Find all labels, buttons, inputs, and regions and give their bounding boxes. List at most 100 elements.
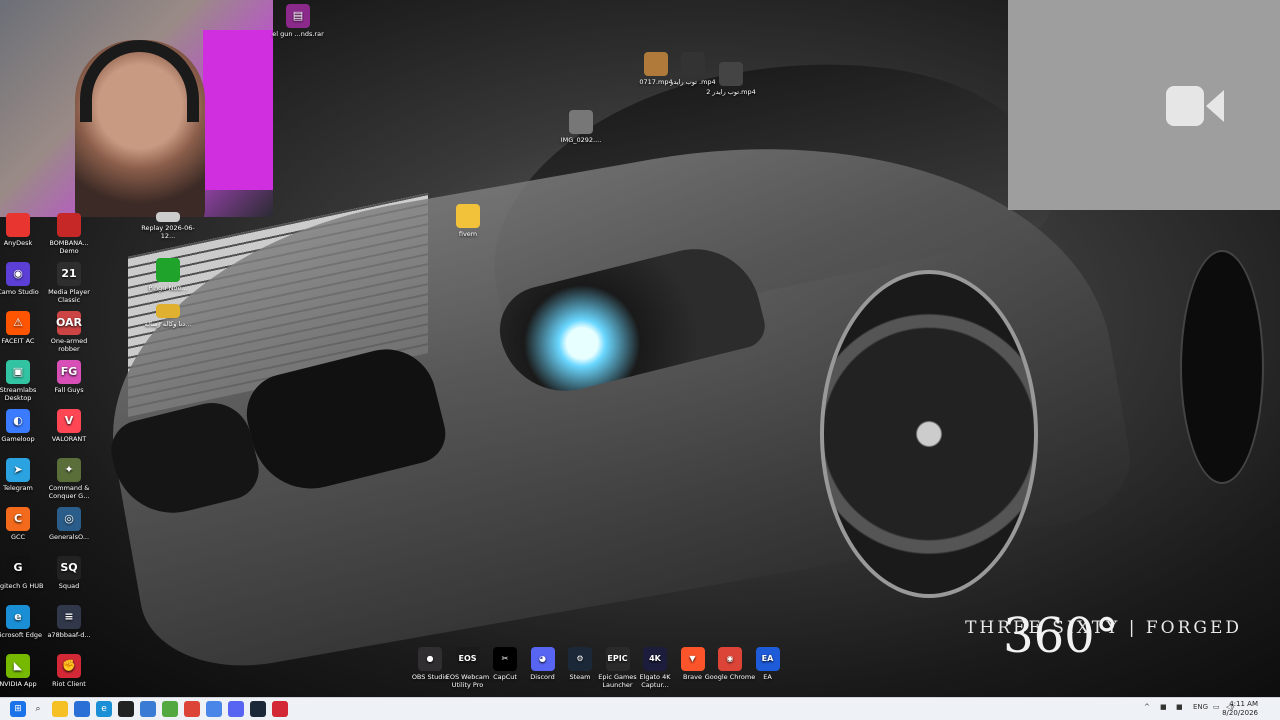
- desktop-icon-label: Fall Guys: [54, 386, 84, 394]
- app-icon: 21: [57, 262, 81, 286]
- image-file-icon[interactable]: IMG_0292....: [553, 110, 609, 144]
- desktop-icon[interactable]: ◐ Gameloop: [0, 409, 46, 443]
- car-front-wheel: [820, 270, 1038, 598]
- tray-app-icon[interactable]: ■: [1176, 703, 1183, 711]
- taskbar: ⊞ ⌕ e ^ ■ ■ ENG ▭ ◁) 4:11 AM 8/20/2026: [0, 697, 1280, 720]
- desktop-icon-label: EA: [763, 673, 772, 681]
- desktop-icon[interactable]: ◣ NVIDIA App: [0, 654, 46, 688]
- rar-file-icon[interactable]: ▤ el gun ...nds.rar: [270, 4, 326, 38]
- desktop-icon-label: Camo Studio: [0, 288, 39, 296]
- desktop-icon[interactable]: ≡ a78bbaaf-d...: [41, 605, 97, 639]
- app-icon: 4K: [643, 647, 667, 671]
- small-file-icon[interactable]: دنا وكاله رسالة...: [140, 304, 196, 328]
- app-icon: SQ: [57, 556, 81, 580]
- video-file-tomb-raider-2[interactable]: توب رايدر 2.mp4: [703, 62, 759, 96]
- app-icon: ◉: [6, 262, 30, 286]
- app-icon: EA: [755, 647, 780, 671]
- desktop-icon-label: Steam: [569, 673, 591, 681]
- store-icon[interactable]: [74, 701, 90, 717]
- app-icon: ◐: [6, 409, 30, 433]
- chrome-icon[interactable]: [184, 701, 200, 717]
- desktop-icon-label: FACEIT AC: [1, 337, 35, 345]
- steam-icon[interactable]: [250, 701, 266, 717]
- app-icon[interactable]: [140, 701, 156, 717]
- app-icon: ▼: [680, 647, 705, 671]
- app-icon: ▣: [6, 360, 30, 384]
- desktop-icon[interactable]: EA EA: [740, 647, 796, 681]
- app-icon[interactable]: [118, 701, 134, 717]
- desktop-icon[interactable]: ➤ Telegram: [0, 458, 46, 492]
- clock-date: 8/20/2026: [1222, 709, 1258, 717]
- start-button[interactable]: ⊞: [10, 701, 26, 717]
- desktop-icon[interactable]: ✦ Command & Conquer G...: [41, 458, 97, 500]
- tray-app-icon[interactable]: ■: [1160, 703, 1167, 711]
- desktop-icon[interactable]: BOMBANA... Demo: [41, 213, 97, 255]
- app-icon: ◎: [57, 507, 81, 531]
- app-icon: ◕: [530, 647, 555, 671]
- language-indicator[interactable]: ENG: [1193, 703, 1208, 711]
- app-icon: ●: [418, 647, 442, 671]
- desktop-icon[interactable]: FG Fall Guys: [41, 360, 97, 394]
- tray-chevron-icon[interactable]: ^: [1144, 703, 1150, 711]
- app-icon[interactable]: [206, 701, 222, 717]
- desktop-icon[interactable]: ◎ GeneralsO...: [41, 507, 97, 541]
- desktop-icon-label: BOMBANA... Demo: [49, 239, 89, 255]
- clock[interactable]: 4:11 AM 8/20/2026: [1222, 700, 1258, 718]
- video-thumbnail-icon: [719, 62, 743, 86]
- app-icon: ➤: [6, 458, 30, 482]
- desktop-icon-label: Command & Conquer G...: [48, 484, 90, 500]
- app-icon: ◉: [718, 647, 742, 671]
- desktop-icon[interactable]: AnyDesk: [0, 213, 46, 247]
- pingu-file-icon[interactable]: Pingu-Noo...: [140, 258, 196, 292]
- replay-file-icon[interactable]: Replay 2026-06-12...: [140, 212, 196, 240]
- desktop-icon[interactable]: 21 Media Player Classic: [41, 262, 97, 304]
- app-icon: ≡: [57, 605, 81, 629]
- file-explorer-icon[interactable]: [52, 701, 68, 717]
- replay-thumbnail-icon: [156, 212, 180, 222]
- app-icon: ◣: [6, 654, 30, 678]
- app-icon: ✦: [57, 458, 81, 482]
- winrar-icon: ▤: [286, 4, 310, 28]
- desktop-icon[interactable]: ⚠ FACEIT AC: [0, 311, 46, 345]
- desktop-icon[interactable]: ◉ Camo Studio: [0, 262, 46, 296]
- desktop-icon[interactable]: SQ Squad: [41, 556, 97, 590]
- discord-icon[interactable]: [228, 701, 244, 717]
- video-thumbnail-icon: [156, 258, 180, 282]
- search-icon[interactable]: ⌕: [30, 701, 46, 717]
- desktop-icon[interactable]: G Logitech G HUB: [0, 556, 46, 590]
- app-icon: ⚙: [568, 647, 592, 671]
- file-icon: [156, 304, 180, 318]
- desktop-icon-label: VALORANT: [51, 435, 87, 443]
- small-file-label: دنا وكاله رسالة...: [144, 320, 192, 328]
- fivem-folder-icon[interactable]: fivem: [440, 204, 496, 238]
- desktop-icon-label: Gameloop: [1, 435, 35, 443]
- brand-number: 360°: [1003, 608, 1119, 664]
- desktop-icon-label: CapCut: [493, 673, 517, 681]
- desktop-icon-label: AnyDesk: [3, 239, 33, 247]
- app-icon: ✊: [57, 654, 81, 678]
- app-icon: G: [6, 556, 30, 580]
- webcam-pink-light: [203, 30, 273, 190]
- pingu-file-label: Pingu-Noo...: [148, 284, 188, 292]
- app-icon: EPIC: [605, 647, 630, 671]
- desktop-icon[interactable]: ▣ Streamlabs Desktop: [0, 360, 46, 402]
- desktop-icon-label: Streamlabs Desktop: [0, 386, 37, 402]
- desktop-icon[interactable]: e Microsoft Edge: [0, 605, 46, 639]
- rar-file-label: el gun ...nds.rar: [272, 30, 324, 38]
- desktop-icon[interactable]: ✊ Riot Client: [41, 654, 97, 688]
- app-icon[interactable]: [162, 701, 178, 717]
- desktop-icon-label: Telegram: [3, 484, 33, 492]
- wallpaper-brand: 360° THREE SIXTY | FORGED: [965, 608, 1242, 664]
- desktop-icon[interactable]: V VALORANT: [41, 409, 97, 443]
- clock-time: 4:11 AM: [1229, 700, 1258, 708]
- folder-label: fivem: [458, 230, 478, 238]
- riot-icon[interactable]: [272, 701, 288, 717]
- network-icon[interactable]: ▭: [1213, 703, 1220, 711]
- edge-icon[interactable]: e: [96, 701, 112, 717]
- video-thumbnail-icon: [681, 52, 705, 76]
- image-thumbnail-icon: [569, 110, 593, 134]
- desktop-icon-label: NVIDIA App: [0, 680, 37, 688]
- desktop-icon[interactable]: C GCC: [0, 507, 46, 541]
- desktop-icon[interactable]: OAR One-armed robber: [41, 311, 97, 353]
- app-icon: OAR: [56, 311, 82, 335]
